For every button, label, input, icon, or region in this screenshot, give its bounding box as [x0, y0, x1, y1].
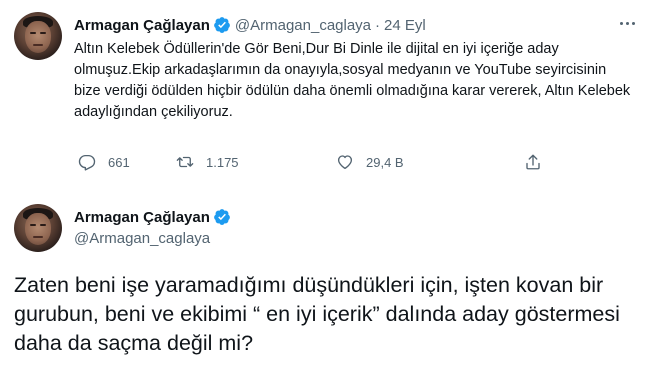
author-avatar[interactable] — [14, 204, 62, 252]
avatar-face — [25, 213, 51, 245]
avatar-mouth — [33, 44, 43, 46]
tweet-actions: 661 1.175 29,4 B — [74, 153, 554, 177]
verified-badge-icon — [214, 209, 230, 225]
avatar-eye — [40, 32, 46, 34]
tweet-text: Zaten beni işe yaramadığımı düşündükleri… — [14, 273, 620, 355]
separator-dot: · — [375, 16, 381, 34]
author-name[interactable]: Armagan Çağlayan — [74, 209, 210, 226]
share-icon — [526, 154, 540, 170]
more-options-icon[interactable] — [616, 12, 638, 34]
retweet-icon — [176, 156, 194, 168]
tweet-date[interactable]: 24 Eyl — [384, 17, 426, 34]
author-name[interactable]: Armagan Çağlayan — [74, 17, 210, 34]
avatar-eye — [40, 224, 46, 226]
author-handle[interactable]: @Armagan_caglaya — [74, 230, 210, 247]
avatar-eye — [30, 224, 36, 226]
author-handle[interactable]: @Armagan_caglaya — [235, 17, 371, 34]
avatar-eye — [30, 32, 36, 34]
like-button[interactable]: 29,4 B — [336, 153, 404, 171]
reply-icon — [78, 154, 96, 171]
like-icon — [337, 155, 353, 170]
retweet-button[interactable]: 1.175 — [176, 153, 239, 171]
tweet-header: Armagan Çağlayan — [74, 208, 231, 226]
tweet-text: Altın Kelebek Ödüllerin'de Gör Beni,Dur … — [74, 41, 631, 120]
avatar-face — [25, 21, 51, 53]
like-count: 29,4 B — [366, 154, 404, 170]
avatar-mouth — [33, 236, 43, 238]
author-avatar[interactable] — [14, 12, 62, 60]
share-button[interactable] — [524, 153, 554, 171]
reply-button[interactable]: 661 — [78, 153, 130, 171]
retweet-count: 1.175 — [206, 154, 239, 170]
verified-badge-icon — [214, 17, 230, 33]
reply-count: 661 — [108, 154, 130, 170]
tweet-header: Armagan Çağlayan @Armagan_caglaya · 24 E… — [74, 16, 426, 34]
